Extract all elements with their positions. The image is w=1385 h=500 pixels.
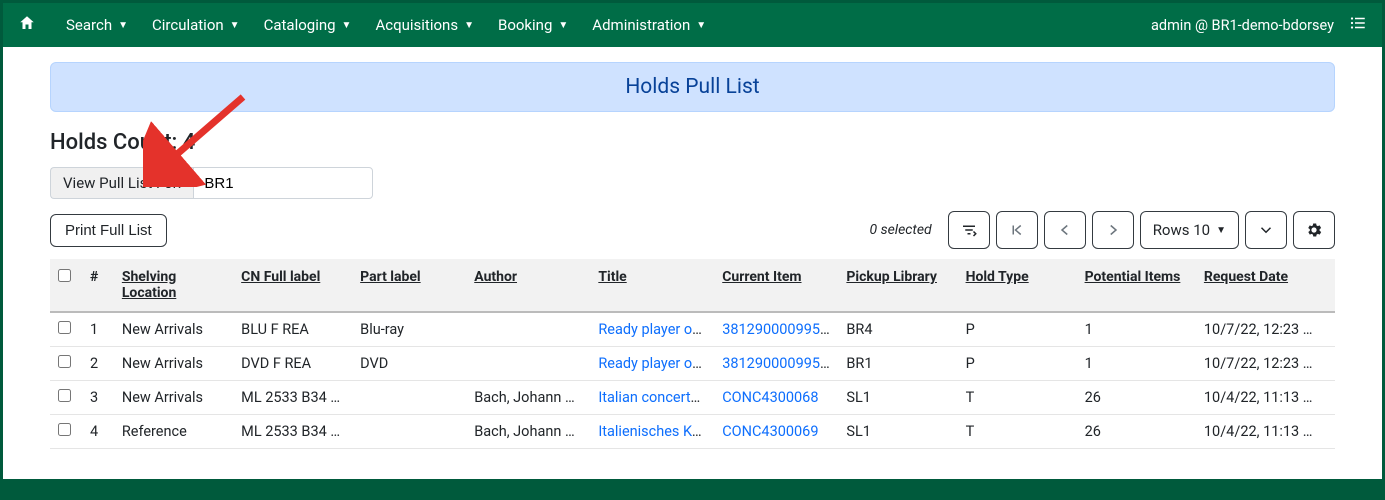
nav-cataloging[interactable]: Cataloging▼ — [252, 6, 364, 44]
col-num: # — [82, 259, 114, 312]
expand-button[interactable] — [1245, 211, 1287, 249]
filter-button[interactable] — [948, 211, 990, 249]
row-checkbox[interactable] — [58, 355, 71, 368]
row-checkbox[interactable] — [58, 423, 71, 436]
cell-part: DVD — [352, 347, 466, 381]
cell-title[interactable]: Ready player one — [590, 312, 714, 347]
banner-title: Holds Pull List — [625, 75, 759, 99]
page-banner: Holds Pull List — [50, 62, 1335, 112]
cell-part: Blu-ray — [352, 312, 466, 347]
cell-title[interactable]: Ready player one — [590, 347, 714, 381]
nav-administration[interactable]: Administration▼ — [580, 6, 718, 44]
pull-list-for-label: View Pull List For: — [50, 167, 193, 199]
col-title[interactable]: Title — [590, 259, 714, 312]
row-checkbox[interactable] — [58, 321, 71, 334]
cell-num: 2 — [82, 347, 114, 381]
first-page-button[interactable] — [996, 211, 1038, 249]
cell-title[interactable]: Italian concerto… — [590, 381, 714, 415]
cell-part — [352, 415, 466, 449]
cell-part — [352, 381, 466, 415]
caret-down-icon: ▼ — [1216, 225, 1226, 236]
cell-shelving: Reference — [114, 415, 233, 449]
row-checkbox[interactable] — [58, 389, 71, 402]
cell-potential: 26 — [1077, 415, 1196, 449]
user-info: admin @ BR1-demo-bdorsey — [1151, 17, 1334, 34]
cell-author — [466, 312, 590, 347]
caret-down-icon: ▼ — [118, 20, 128, 31]
table-row: 4ReferenceML 2533 B34 C… Bach, Johann S…I… — [50, 415, 1335, 449]
cell-num: 1 — [82, 312, 114, 347]
caret-down-icon: ▼ — [230, 20, 240, 31]
select-all-checkbox[interactable] — [58, 269, 71, 282]
holds-table: # Shelving Location CN Full label Part l… — [50, 259, 1335, 449]
col-cn-full-label[interactable]: CN Full label — [233, 259, 352, 312]
cell-pickup: BR4 — [838, 312, 957, 347]
cell-holdtype: T — [958, 381, 1077, 415]
cell-current[interactable]: 38129000099544 — [714, 347, 838, 381]
rows-per-page-button[interactable]: Rows 10▼ — [1140, 211, 1239, 249]
pull-list-for-input[interactable] — [193, 167, 373, 199]
cell-shelving: New Arrivals — [114, 381, 233, 415]
cell-potential: 1 — [1077, 312, 1196, 347]
table-header-row: # Shelving Location CN Full label Part l… — [50, 259, 1335, 312]
cell-cn: ML 2533 B34 C… — [233, 415, 352, 449]
cell-potential: 26 — [1077, 381, 1196, 415]
print-full-list-button[interactable]: Print Full List — [50, 214, 167, 247]
top-navbar: Search▼ Circulation▼ Cataloging▼ Acquisi… — [3, 3, 1382, 47]
cell-current[interactable]: 38129000099551 — [714, 312, 838, 347]
cell-pickup: SL1 — [838, 415, 957, 449]
cell-holdtype: P — [958, 347, 1077, 381]
caret-down-icon: ▼ — [464, 20, 474, 31]
cell-num: 3 — [82, 381, 114, 415]
cell-cn: ML 2533 B34 C… — [233, 381, 352, 415]
table-row: 3New ArrivalsML 2533 B34 C… Bach, Johann … — [50, 381, 1335, 415]
cell-cn: DVD F REA — [233, 347, 352, 381]
cell-reqdate: 10/4/22, 11:13 … — [1196, 415, 1335, 449]
prev-page-button[interactable] — [1044, 211, 1086, 249]
cell-author — [466, 347, 590, 381]
col-request-date[interactable]: Request Date — [1196, 259, 1335, 312]
cell-holdtype: P — [958, 312, 1077, 347]
cell-shelving: New Arrivals — [114, 347, 233, 381]
caret-down-icon: ▼ — [558, 20, 568, 31]
col-part-label[interactable]: Part label — [352, 259, 466, 312]
cell-current[interactable]: CONC4300068 — [714, 381, 838, 415]
cell-current[interactable]: CONC4300069 — [714, 415, 838, 449]
nav-circulation[interactable]: Circulation▼ — [140, 6, 252, 44]
col-potential-items[interactable]: Potential Items — [1077, 259, 1196, 312]
cell-holdtype: T — [958, 415, 1077, 449]
table-row: 2New ArrivalsDVD F READVD Ready player on… — [50, 347, 1335, 381]
table-row: 1New ArrivalsBLU F REABlu-rayReady playe… — [50, 312, 1335, 347]
col-pickup-library[interactable]: Pickup Library — [838, 259, 957, 312]
cell-reqdate: 10/7/22, 12:23 … — [1196, 347, 1335, 381]
selected-count: 0 selected — [870, 222, 932, 238]
caret-down-icon: ▼ — [696, 20, 706, 31]
cell-shelving: New Arrivals — [114, 312, 233, 347]
home-icon[interactable] — [18, 14, 36, 36]
next-page-button[interactable] — [1092, 211, 1134, 249]
caret-down-icon: ▼ — [342, 20, 352, 31]
cell-title[interactable]: Italienisches Ko… — [590, 415, 714, 449]
cell-reqdate: 10/4/22, 11:13 … — [1196, 381, 1335, 415]
cell-cn: BLU F REA — [233, 312, 352, 347]
col-current-item[interactable]: Current Item — [714, 259, 838, 312]
list-menu-icon[interactable] — [1349, 14, 1367, 36]
cell-author: Bach, Johann S… — [466, 381, 590, 415]
col-hold-type[interactable]: Hold Type — [958, 259, 1077, 312]
col-shelving-location[interactable]: Shelving Location — [114, 259, 233, 312]
cell-reqdate: 10/7/22, 12:23 … — [1196, 312, 1335, 347]
cell-potential: 1 — [1077, 347, 1196, 381]
col-author[interactable]: Author — [466, 259, 590, 312]
nav-search[interactable]: Search▼ — [54, 6, 140, 44]
cell-author: Bach, Johann S… — [466, 415, 590, 449]
settings-button[interactable] — [1293, 211, 1335, 249]
cell-num: 4 — [82, 415, 114, 449]
cell-pickup: BR1 — [838, 347, 957, 381]
cell-pickup: SL1 — [838, 381, 957, 415]
nav-acquisitions[interactable]: Acquisitions▼ — [363, 6, 486, 44]
nav-booking[interactable]: Booking▼ — [486, 6, 580, 44]
holds-count: Holds Count: 4 — [50, 130, 1335, 155]
